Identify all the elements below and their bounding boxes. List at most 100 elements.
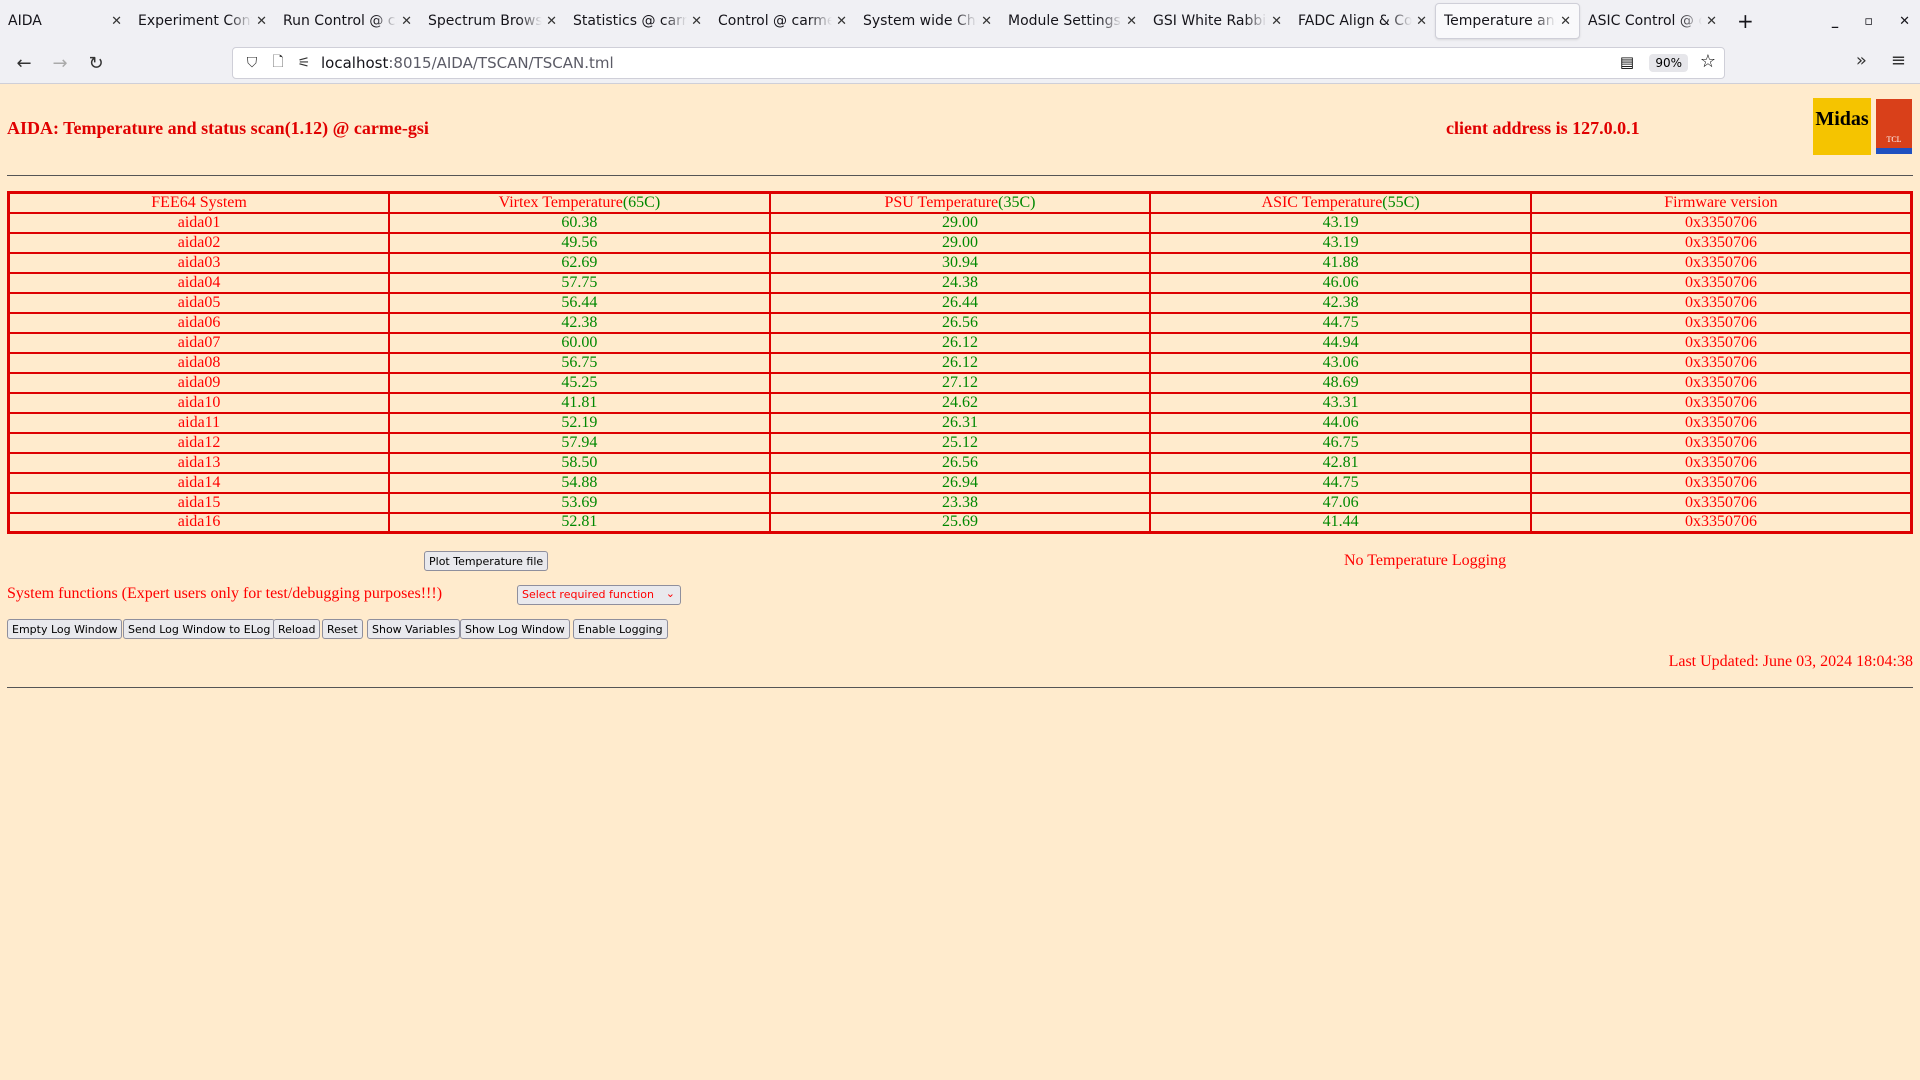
tab-4[interactable]: Statistics @ carme ✕: [565, 3, 710, 39]
asic-temp-cell: 43.19: [1149, 231, 1532, 254]
system-cell: aida04: [7, 271, 391, 294]
psu-temp-cell: 26.31: [768, 411, 1152, 434]
divider: [7, 175, 1913, 176]
tab-6[interactable]: System wide Checks ✕: [855, 3, 1000, 39]
close-tab-icon[interactable]: ✕: [1126, 14, 1137, 29]
tab-1[interactable]: Experiment Control ✕: [130, 3, 275, 39]
minimize-icon[interactable]: _: [1832, 14, 1839, 29]
plot-temperature-file-button[interactable]: Plot Temperature file: [424, 551, 549, 571]
maximize-icon[interactable]: ▫: [1864, 14, 1873, 29]
system-cell: aida16: [7, 511, 391, 534]
reader-view-icon[interactable]: ▤: [1620, 53, 1634, 71]
firmware-cell: 0x3350706: [1529, 331, 1913, 354]
tab-7[interactable]: Module Settings ✕: [1000, 3, 1145, 39]
tab-11[interactable]: ASIC Control @ c ✕: [1580, 3, 1725, 39]
firmware-cell: 0x3350706: [1529, 351, 1913, 374]
close-window-icon[interactable]: ✕: [1899, 14, 1910, 29]
virtex-temp-cell: 41.81: [388, 391, 771, 414]
psu-temp-cell: 26.12: [768, 331, 1152, 354]
forward-icon[interactable]: →: [42, 53, 78, 74]
close-tab-icon[interactable]: ✕: [256, 14, 267, 29]
header-label: Firmware version: [1664, 193, 1778, 211]
close-tab-icon[interactable]: ✕: [1706, 14, 1717, 29]
system-cell: aida02: [7, 231, 391, 254]
header-label: Virtex Temperature: [498, 193, 623, 211]
virtex-temp-cell: 42.38: [388, 311, 771, 334]
tab-title: Control @ carme: [718, 13, 833, 29]
permissions-icon[interactable]: ⚟: [291, 55, 317, 71]
table-row: aida08 56.75 26.12 43.06 0x3350706: [7, 351, 1913, 374]
tab-5[interactable]: Control @ carme ✕: [710, 3, 855, 39]
table-row: aida07 60.00 26.12 44.94 0x3350706: [7, 331, 1913, 354]
url-host: localhost: [321, 54, 389, 72]
virtex-temp-cell: 57.94: [388, 431, 771, 454]
tab-3[interactable]: Spectrum Browser✕: [420, 3, 565, 39]
psu-temp-cell: 27.12: [768, 371, 1152, 394]
psu-temp-cell: 26.56: [768, 311, 1152, 334]
close-tab-icon[interactable]: ✕: [836, 14, 847, 29]
close-tab-icon[interactable]: ✕: [691, 14, 702, 29]
table-row: aida09 45.25 27.12 48.69 0x3350706: [7, 371, 1913, 394]
tab-8[interactable]: GSI White Rabbit ✕: [1145, 3, 1290, 39]
tab-0[interactable]: AIDA ✕: [0, 3, 130, 39]
chevron-down-icon: ⌄: [665, 587, 675, 600]
firmware-cell: 0x3350706: [1529, 411, 1913, 434]
psu-temp-cell: 30.94: [768, 251, 1152, 274]
tab-title: Temperature and: [1444, 13, 1557, 29]
empty-log-window-button[interactable]: Empty Log Window: [7, 619, 123, 639]
close-tab-icon[interactable]: ✕: [111, 14, 122, 29]
psu-temp-cell: 25.69: [768, 511, 1152, 534]
close-tab-icon[interactable]: ✕: [1560, 14, 1571, 29]
virtex-temp-cell: 60.00: [388, 331, 771, 354]
table-row: aida15 53.69 23.38 47.06 0x3350706: [7, 491, 1913, 514]
tab-10[interactable]: Temperature and ✕: [1435, 3, 1580, 39]
show-log-window-button[interactable]: Show Log Window: [460, 619, 570, 639]
psu-temp-cell: 25.12: [768, 431, 1152, 454]
table-row: aida05 56.44 26.44 42.38 0x3350706: [7, 291, 1913, 314]
function-select[interactable]: Select required function ⌄: [517, 585, 681, 605]
psu-temp-cell: 29.00: [768, 211, 1152, 234]
back-icon[interactable]: ←: [6, 53, 42, 74]
tab-2[interactable]: Run Control @ carme ✕: [275, 3, 420, 39]
psu-temp-cell: 26.12: [768, 351, 1152, 374]
close-tab-icon[interactable]: ✕: [1416, 14, 1427, 29]
close-tab-icon[interactable]: ✕: [981, 14, 992, 29]
virtex-temp-cell: 57.75: [388, 271, 771, 294]
reset-button[interactable]: Reset: [322, 619, 363, 639]
zoom-level[interactable]: 90%: [1649, 54, 1688, 72]
asic-temp-cell: 42.81: [1149, 451, 1532, 474]
overflow-chevron-icon[interactable]: »: [1856, 50, 1867, 71]
psu-temp-cell: 26.56: [768, 451, 1152, 474]
function-select-value: Select required function: [522, 588, 654, 601]
asic-temp-cell: 44.75: [1149, 471, 1532, 494]
psu-temp-cell: 24.62: [768, 391, 1152, 414]
reload-icon[interactable]: ↻: [78, 53, 114, 74]
bookmark-star-icon[interactable]: ☆: [1700, 51, 1716, 72]
system-cell: aida15: [7, 491, 391, 514]
psu-temp-cell: 26.94: [768, 471, 1152, 494]
table-row: aida02 49.56 29.00 43.19 0x3350706: [7, 231, 1913, 254]
shield-icon[interactable]: ⛉: [239, 55, 265, 71]
virtex-temp-cell: 49.56: [388, 231, 771, 254]
asic-temp-cell: 44.75: [1149, 311, 1532, 334]
show-variables-button[interactable]: Show Variables: [367, 619, 461, 639]
system-cell: aida03: [7, 251, 391, 274]
new-tab-button[interactable]: +: [1725, 9, 1766, 33]
firmware-cell: 0x3350706: [1529, 391, 1913, 414]
close-tab-icon[interactable]: ✕: [1271, 14, 1282, 29]
asic-temp-cell: 43.31: [1149, 391, 1532, 414]
client-address: client address is 127.0.0.1: [1446, 118, 1640, 138]
enable-logging-button[interactable]: Enable Logging: [573, 619, 668, 639]
menu-icon[interactable]: ≡: [1891, 50, 1906, 71]
close-tab-icon[interactable]: ✕: [401, 14, 412, 29]
system-cell: aida08: [7, 351, 391, 374]
header-limit: (65C): [622, 193, 661, 211]
tab-title: Experiment Control: [138, 13, 252, 29]
system-cell: aida09: [7, 371, 391, 394]
reload-button[interactable]: Reload: [273, 619, 321, 639]
close-tab-icon[interactable]: ✕: [546, 14, 557, 29]
send-log-window-to-elog-button[interactable]: Send Log Window to ELog: [123, 619, 276, 639]
tab-9[interactable]: FADC Align & Control✕: [1290, 3, 1435, 39]
tab-title: GSI White Rabbit: [1153, 13, 1268, 29]
url-bar[interactable]: ⛉ 🗋 ⚟ localhost:8015/AIDA/TSCAN/TSCAN.tm…: [232, 47, 1725, 79]
